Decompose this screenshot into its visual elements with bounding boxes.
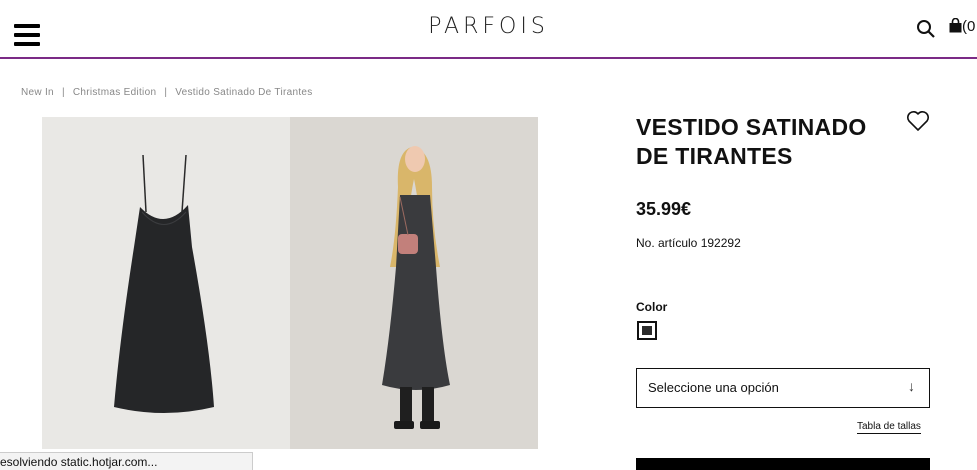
brand-logo[interactable]: PARFOIS: [0, 14, 977, 39]
color-swatch-black[interactable]: [637, 321, 657, 340]
breadcrumb-item-new-in[interactable]: New In: [21, 87, 54, 98]
dress-illustration: [114, 154, 214, 413]
product-reference: No. artículo 192292: [636, 236, 741, 250]
size-guide-link[interactable]: Tabla de tallas: [857, 421, 921, 434]
bag-count: (0: [962, 18, 976, 35]
add-to-bag-button[interactable]: [636, 458, 930, 470]
breadcrumb-item-christmas-edition[interactable]: Christmas Edition: [73, 87, 156, 98]
swatch-fill: [641, 325, 653, 336]
product-price: 35.99€: [636, 199, 692, 219]
breadcrumb-separator: |: [61, 87, 65, 98]
search-icon[interactable]: [916, 19, 936, 39]
chevron-down-icon: ↓: [908, 378, 915, 394]
product-title: VESTIDO SATINADO DE TIRANTES: [636, 113, 896, 171]
breadcrumb-item-current: Vestido Satinado De Tirantes: [175, 87, 313, 98]
product-image-flat[interactable]: [42, 117, 290, 449]
product-title-line-1: VESTIDO SATINADO: [636, 114, 867, 140]
size-select-placeholder: Seleccione una opción: [648, 380, 779, 395]
color-label: Color: [636, 300, 668, 314]
browser-status-bar: esolviendo static.hotjar.com...: [0, 452, 253, 470]
site-header: PARFOIS (0: [0, 0, 977, 59]
model-illustration: [290, 117, 538, 449]
product-image-model[interactable]: [290, 117, 538, 449]
breadcrumb: New In | Christmas Edition | Vestido Satinad…: [21, 87, 313, 98]
breadcrumb-separator: |: [164, 87, 168, 98]
shopping-bag-button[interactable]: (0: [949, 17, 976, 35]
shopping-bag-icon: [949, 17, 962, 33]
heart-icon[interactable]: [906, 110, 930, 132]
size-select[interactable]: Seleccione una opción ↓: [636, 368, 930, 408]
product-title-line-2: DE TIRANTES: [636, 143, 793, 169]
